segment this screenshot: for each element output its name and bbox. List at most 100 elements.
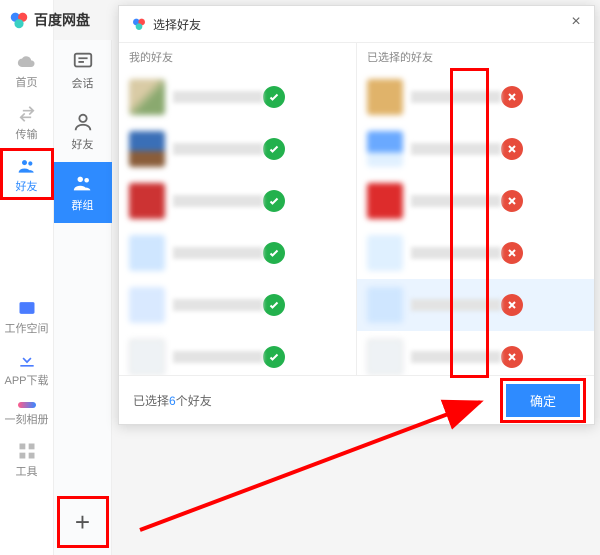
- subnav-friends[interactable]: 好友: [54, 101, 112, 162]
- friend-row[interactable]: [119, 227, 356, 279]
- remove-friend-button[interactable]: [501, 138, 523, 160]
- baidu-netdisk-logo-icon: [131, 16, 147, 32]
- avatar: [367, 183, 403, 219]
- friend-row[interactable]: [119, 279, 356, 331]
- nav-workspace-label: 工作空间: [5, 320, 49, 336]
- secondary-sidebar: 会话 好友 群组 +: [54, 40, 112, 555]
- selected-row: [357, 71, 594, 123]
- friend-name: [411, 247, 501, 259]
- nav-appdl[interactable]: APP下载: [0, 342, 54, 394]
- nav-appdl-label: APP下载: [4, 372, 48, 388]
- nav-tools[interactable]: 工具: [0, 433, 54, 485]
- selected-check-icon[interactable]: [263, 346, 285, 368]
- avatar: [367, 235, 403, 271]
- friend-name: [173, 299, 263, 311]
- avatar: [367, 79, 403, 115]
- workspace-icon: [17, 298, 37, 318]
- avatar: [129, 339, 165, 375]
- friend-name: [411, 351, 501, 363]
- remove-friend-button[interactable]: [501, 242, 523, 264]
- selected-row: [357, 175, 594, 227]
- select-friends-dialog: 选择好友 × 我的好友 已选择的好友: [118, 5, 595, 425]
- subnav-friends-label: 好友: [72, 136, 94, 152]
- friend-name: [411, 91, 501, 103]
- app-logo-row: 百度网盘: [0, 0, 53, 40]
- friend-name: [173, 195, 263, 207]
- subnav-chat[interactable]: 会话: [54, 40, 112, 101]
- person-icon: [72, 111, 94, 133]
- friend-name: [173, 247, 263, 259]
- subnav-groups[interactable]: 群组: [54, 162, 112, 223]
- selection-count-text: 已选择6个好友: [133, 392, 212, 409]
- friend-name: [173, 143, 263, 155]
- selection-count: 6: [169, 394, 176, 408]
- grid-icon: [17, 441, 37, 461]
- avatar: [129, 183, 165, 219]
- group-icon: [72, 172, 94, 194]
- selected-check-icon[interactable]: [263, 86, 285, 108]
- selected-row: [357, 227, 594, 279]
- friend-name: [411, 195, 501, 207]
- album-icon: [18, 402, 36, 408]
- subnav-chat-label: 会话: [72, 75, 94, 91]
- subnav-groups-label: 群组: [72, 197, 94, 213]
- avatar: [129, 235, 165, 271]
- chat-icon: [72, 50, 94, 72]
- avatar: [129, 287, 165, 323]
- transfer-icon: [17, 104, 37, 124]
- avatar: [367, 131, 403, 167]
- app-name: 百度网盘: [34, 10, 90, 30]
- nav-tools-label: 工具: [16, 463, 38, 479]
- selected-friends-pane: 已选择的好友: [356, 43, 594, 375]
- download-icon: [17, 350, 37, 370]
- avatar: [129, 79, 165, 115]
- my-friends-pane: 我的好友: [119, 43, 356, 375]
- friend-name: [173, 91, 263, 103]
- friend-name: [411, 143, 501, 155]
- friend-row[interactable]: [119, 123, 356, 175]
- remove-friend-button[interactable]: [501, 346, 523, 368]
- my-friends-list: [119, 71, 356, 375]
- remove-friend-button[interactable]: [501, 190, 523, 212]
- remove-friend-button[interactable]: [501, 86, 523, 108]
- baidu-netdisk-logo-icon: [8, 9, 30, 31]
- selected-check-icon[interactable]: [263, 242, 285, 264]
- dialog-body: 我的好友 已选择的好友: [119, 42, 594, 376]
- friend-row[interactable]: [119, 71, 356, 123]
- nav-transfer[interactable]: 传输: [0, 96, 54, 148]
- dialog-close-button[interactable]: ×: [566, 12, 586, 32]
- friend-row[interactable]: [119, 331, 356, 375]
- nav-transfer-label: 传输: [16, 126, 38, 142]
- selection-prefix: 已选择: [133, 394, 169, 408]
- friend-name: [173, 351, 263, 363]
- friend-row[interactable]: [119, 175, 356, 227]
- selected-friends-header: 已选择的好友: [357, 43, 594, 71]
- primary-sidebar: 百度网盘 首页 传输 好友 工作空间 APP下载 一刻相册 工具: [0, 0, 54, 555]
- selection-suffix: 个好友: [176, 394, 212, 408]
- dialog-header: 选择好友 ×: [119, 6, 594, 42]
- avatar: [367, 287, 403, 323]
- nav-friends-label: 好友: [16, 178, 38, 194]
- nav-album[interactable]: 一刻相册: [0, 394, 54, 433]
- dialog-footer: 已选择6个好友 确定: [119, 376, 594, 424]
- selected-row: [357, 123, 594, 175]
- selected-check-icon[interactable]: [263, 138, 285, 160]
- selected-row: [357, 331, 594, 375]
- avatar: [367, 339, 403, 375]
- nav-home-label: 首页: [16, 74, 38, 90]
- add-button[interactable]: +: [60, 499, 106, 545]
- remove-friend-button[interactable]: [501, 294, 523, 316]
- confirm-button[interactable]: 确定: [506, 384, 580, 417]
- selected-check-icon[interactable]: [263, 294, 285, 316]
- nav-workspace[interactable]: 工作空间: [0, 290, 54, 342]
- nav-album-label: 一刻相册: [5, 411, 49, 427]
- cloud-icon: [17, 52, 37, 72]
- selected-check-icon[interactable]: [263, 190, 285, 212]
- friends-icon: [17, 156, 37, 176]
- avatar: [129, 131, 165, 167]
- selected-row: [357, 279, 594, 331]
- dialog-title: 选择好友: [153, 16, 201, 33]
- nav-friends[interactable]: 好友: [0, 148, 54, 200]
- nav-home[interactable]: 首页: [0, 44, 54, 96]
- friend-name: [411, 299, 501, 311]
